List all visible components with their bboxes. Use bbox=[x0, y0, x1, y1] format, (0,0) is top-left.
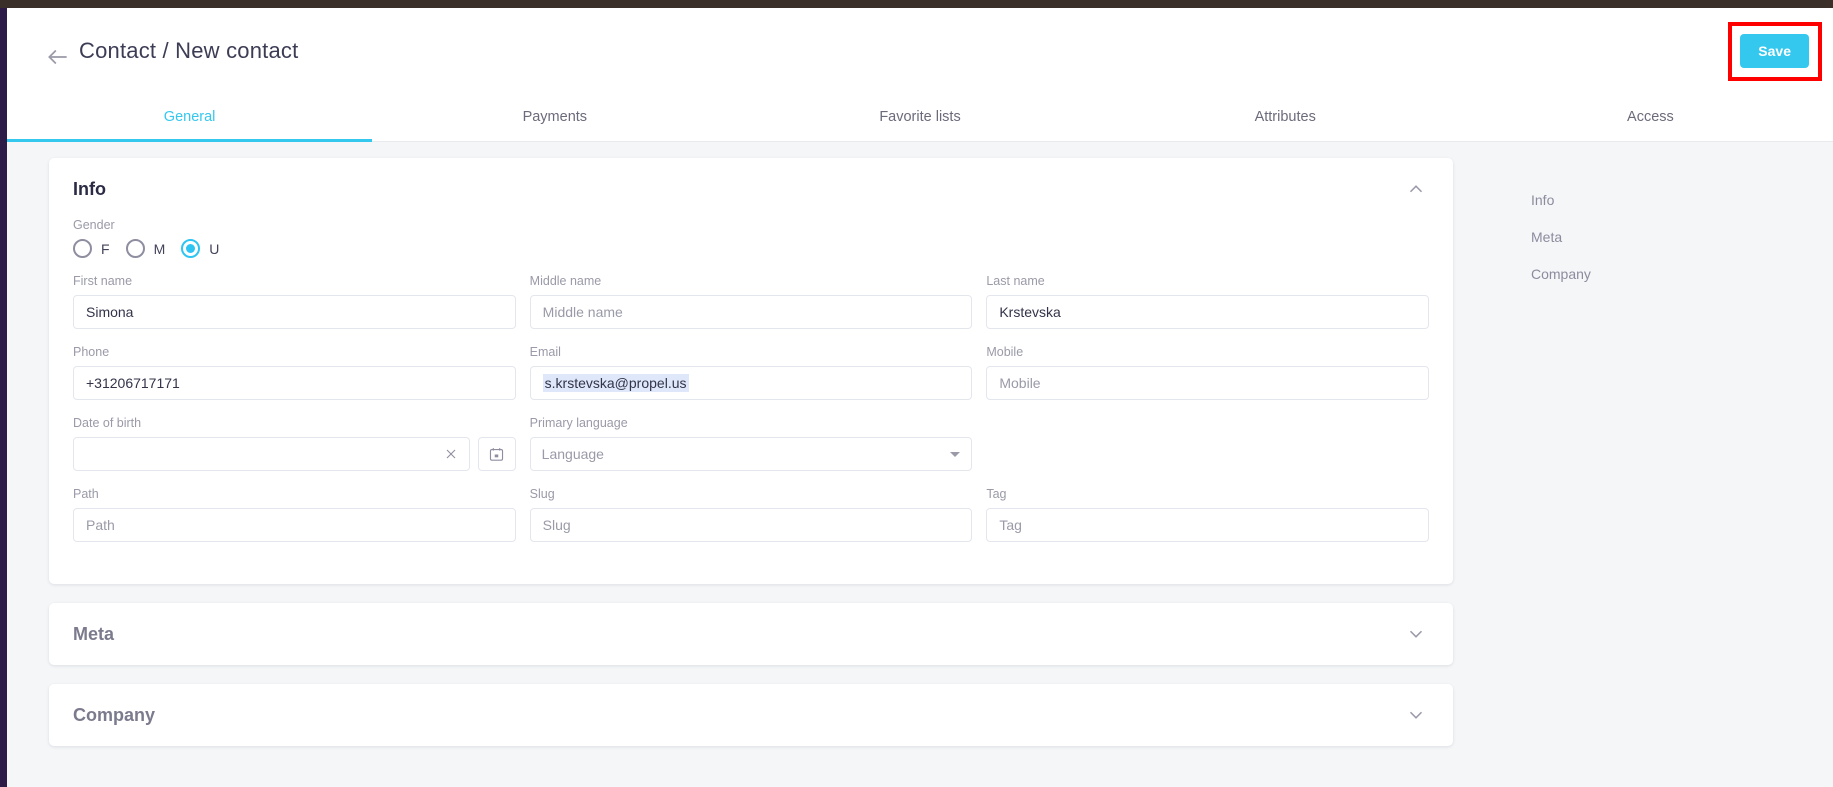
tag-label: Tag bbox=[986, 487, 1007, 501]
section-nav: Info Meta Company bbox=[1473, 142, 1833, 787]
browser-top-bar bbox=[0, 0, 1833, 8]
company-card-header[interactable]: Company bbox=[49, 684, 1453, 746]
tab-favorite-lists[interactable]: Favorite lists bbox=[737, 93, 1102, 141]
page-title: Contact / New contact bbox=[79, 38, 299, 63]
email-input[interactable]: s.krstevska@propel.us bbox=[529, 366, 973, 400]
primary-language-label: Primary language bbox=[529, 416, 628, 430]
page-content: Info Gender F M U First name Simona Midd… bbox=[7, 142, 1833, 787]
primary-language-group: Primary language Language bbox=[529, 416, 973, 471]
page-header: Contact / New contact Save bbox=[7, 8, 1833, 93]
dob-language-row: Date of birth Primary language Language bbox=[73, 416, 1429, 471]
back-arrow-icon[interactable] bbox=[45, 44, 71, 70]
primary-language-value: Language bbox=[541, 446, 604, 462]
info-card: Info Gender F M U First name Simona Midd… bbox=[49, 158, 1453, 584]
gender-label: Gender bbox=[73, 218, 115, 232]
date-of-birth-group: Date of birth bbox=[73, 416, 516, 471]
app-left-rail bbox=[0, 8, 7, 787]
dob-row-spacer bbox=[986, 416, 1429, 471]
gender-label-f: F bbox=[101, 240, 110, 257]
email-group: Email s.krstevska@propel.us bbox=[529, 345, 973, 400]
chevron-down-icon[interactable] bbox=[950, 451, 961, 457]
section-nav-item-company[interactable]: Company bbox=[1531, 266, 1833, 282]
save-button[interactable]: Save bbox=[1740, 34, 1809, 68]
chevron-down-icon[interactable] bbox=[1405, 704, 1427, 726]
last-name-input[interactable]: Krstevska bbox=[986, 295, 1430, 329]
middle-name-input[interactable]: Middle name bbox=[529, 295, 973, 329]
chevron-up-icon[interactable] bbox=[1405, 178, 1427, 200]
middle-name-label: Middle name bbox=[529, 274, 602, 288]
phone-input[interactable]: +31206717171 bbox=[73, 366, 516, 400]
email-label: Email bbox=[529, 345, 561, 359]
tag-input[interactable]: Tag bbox=[986, 508, 1430, 542]
first-name-group: First name Simona bbox=[73, 274, 516, 329]
company-card: Company bbox=[49, 684, 1453, 746]
name-row: First name Simona Middle name Middle nam… bbox=[73, 274, 1430, 329]
contact-row: Phone +31206717171 Email s.krstevska@pro… bbox=[73, 345, 1430, 400]
form-column: Info Gender F M U First name Simona Midd… bbox=[7, 142, 1473, 787]
section-nav-item-meta[interactable]: Meta bbox=[1531, 229, 1833, 245]
middle-name-group: Middle name Middle name bbox=[529, 274, 973, 329]
slug-input[interactable]: Slug bbox=[529, 508, 973, 542]
primary-language-select[interactable]: Language bbox=[529, 437, 973, 471]
gender-radio-f[interactable] bbox=[73, 239, 92, 258]
path-label: Path bbox=[73, 487, 99, 501]
slug-label: Slug bbox=[529, 487, 555, 501]
tab-attributes[interactable]: Attributes bbox=[1103, 93, 1468, 141]
tab-bar: General Payments Favorite lists Attribut… bbox=[7, 93, 1833, 142]
info-card-header[interactable]: Info bbox=[49, 158, 1453, 200]
gender-label-u: U bbox=[209, 240, 220, 257]
company-card-title: Company bbox=[73, 704, 156, 725]
path-group: Path Path bbox=[73, 487, 516, 542]
chevron-down-icon[interactable] bbox=[1405, 623, 1427, 645]
close-icon[interactable] bbox=[443, 446, 459, 462]
phone-label: Phone bbox=[73, 345, 110, 359]
info-card-body: Gender F M U First name Simona Middle na… bbox=[49, 200, 1453, 584]
info-card-title: Info bbox=[73, 178, 106, 199]
date-of-birth-label: Date of birth bbox=[73, 416, 142, 430]
first-name-label: First name bbox=[73, 274, 133, 288]
path-slug-tag-row: Path Path Slug Slug Tag Tag bbox=[73, 487, 1430, 542]
meta-card-title: Meta bbox=[73, 623, 115, 644]
meta-card: Meta bbox=[49, 603, 1453, 665]
section-nav-item-info[interactable]: Info bbox=[1531, 192, 1833, 208]
gender-radio-u[interactable] bbox=[181, 239, 201, 258]
mobile-label: Mobile bbox=[986, 345, 1024, 359]
mobile-input[interactable]: Mobile bbox=[986, 366, 1430, 400]
save-annotation-box: Save bbox=[1728, 22, 1822, 81]
path-input[interactable]: Path bbox=[73, 508, 516, 542]
meta-card-header[interactable]: Meta bbox=[49, 603, 1453, 665]
email-selected-text: s.krstevska@propel.us bbox=[542, 374, 689, 392]
last-name-label: Last name bbox=[986, 274, 1045, 288]
tag-group: Tag Tag bbox=[986, 487, 1430, 542]
gender-label-m: M bbox=[153, 240, 166, 257]
calendar-icon[interactable] bbox=[477, 437, 516, 471]
tab-payments[interactable]: Payments bbox=[372, 93, 737, 141]
last-name-group: Last name Krstevska bbox=[986, 274, 1430, 329]
gender-radio-group: F M U bbox=[73, 239, 1429, 258]
mobile-group: Mobile Mobile bbox=[986, 345, 1430, 400]
slug-group: Slug Slug bbox=[529, 487, 973, 542]
tab-general[interactable]: General bbox=[7, 93, 373, 142]
gender-radio-m[interactable] bbox=[125, 239, 145, 258]
contact-form-page: Contact / New contact Save General Payme… bbox=[7, 8, 1833, 787]
tab-access[interactable]: Access bbox=[1468, 93, 1833, 141]
phone-group: Phone +31206717171 bbox=[73, 345, 516, 400]
first-name-input[interactable]: Simona bbox=[73, 295, 516, 329]
date-of-birth-input[interactable] bbox=[73, 437, 470, 471]
